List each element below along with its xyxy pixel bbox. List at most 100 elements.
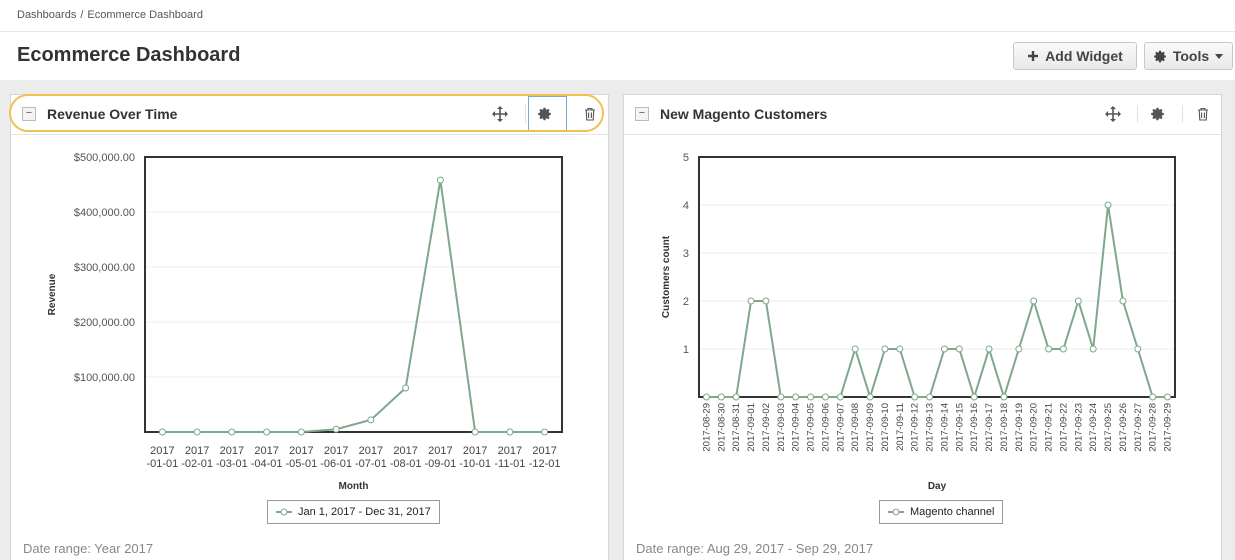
- x-axis-label: Month: [339, 481, 369, 492]
- new-magento-customers-widget: − New Magento Customers 1 2 3 4 5 Customers c…: [623, 94, 1222, 560]
- customers-chart: 1 2 3 4 5 Customers count 2017-08-29 2017-08-30…: [661, 152, 1176, 492]
- data-point: [332, 425, 340, 433]
- plot-frame: [144, 156, 563, 433]
- x-tick-label: 2017-09-09: [865, 403, 876, 452]
- move-icon[interactable]: [1101, 103, 1125, 125]
- data-point: [911, 393, 919, 401]
- data-point: [436, 176, 444, 184]
- data-point: [792, 393, 800, 401]
- widget-header: − New Magento Customers: [624, 95, 1221, 135]
- x-tick-label: 2017-09-22: [1058, 403, 1069, 452]
- data-point: [851, 345, 859, 353]
- x-tick-label: 2017 -11-01: [494, 445, 525, 470]
- x-tick-label: 2017-09-25: [1103, 403, 1114, 452]
- data-point: [1074, 297, 1082, 305]
- data-point: [1059, 345, 1067, 353]
- data-point: [1045, 345, 1053, 353]
- y-tick-label: 2: [683, 296, 689, 308]
- x-tick-label: 2017-09-20: [1029, 403, 1040, 452]
- x-tick-label: 2017 -05-01: [285, 445, 317, 470]
- chart-legend[interactable]: Jan 1, 2017 - Dec 31, 2017: [267, 500, 440, 524]
- tools-dropdown-button[interactable]: Tools: [1144, 42, 1233, 70]
- data-point: [367, 416, 375, 424]
- x-tick-label: 2017-09-05: [806, 403, 817, 452]
- x-tick-label: 2017-09-07: [835, 403, 846, 452]
- collapse-button[interactable]: −: [22, 107, 36, 121]
- breadcrumb-dashboards-link[interactable]: Dashboards: [17, 9, 76, 21]
- x-tick-label: 2017-09-27: [1133, 403, 1144, 452]
- data-point: [1089, 345, 1097, 353]
- x-tick-label: 2017-09-02: [761, 403, 772, 452]
- data-point: [228, 428, 236, 436]
- y-tick-label: $300,000.00: [74, 262, 135, 274]
- breadcrumb: Dashboards / Ecommerce Dashboard: [17, 9, 203, 21]
- trash-icon[interactable]: [1191, 103, 1215, 125]
- data-point: [402, 384, 410, 392]
- x-tick-label: 2017 -06-01: [320, 445, 352, 470]
- data-point: [732, 393, 740, 401]
- data-point: [926, 393, 934, 401]
- revenue-chart: $100,000.00 $200,000.00 $300,000.00 $400,00…: [47, 152, 563, 492]
- date-range-footer: Date range: Aug 29, 2017 - Sep 29, 2017: [636, 541, 874, 556]
- data-point: [866, 393, 874, 401]
- y-tick-label: 1: [683, 344, 689, 356]
- x-tick-label: 2017-09-01: [746, 403, 757, 452]
- data-point: [1119, 297, 1127, 305]
- x-tick-label: 2017-08-31: [731, 403, 742, 452]
- chart-legend[interactable]: Magento channel: [879, 500, 1004, 524]
- data-point: [717, 393, 725, 401]
- data-point: [1104, 201, 1112, 209]
- move-icon[interactable]: [488, 103, 512, 125]
- gear-icon: [1154, 50, 1166, 62]
- add-widget-button[interactable]: Add Widget: [1013, 42, 1137, 70]
- data-point: [762, 297, 770, 305]
- data-point: [1149, 393, 1157, 401]
- breadcrumb-current: Ecommerce Dashboard: [87, 9, 203, 21]
- data-point: [1134, 345, 1142, 353]
- data-point: [1000, 393, 1008, 401]
- y-tick-label: $200,000.00: [74, 317, 135, 329]
- data-point: [471, 428, 479, 436]
- y-tick-label: 5: [683, 152, 689, 164]
- data-point: [955, 345, 963, 353]
- y-tick-label: $400,000.00: [74, 207, 135, 219]
- series-line: [162, 179, 545, 433]
- y-tick-label: $500,000.00: [74, 152, 135, 164]
- data-point: [970, 393, 978, 401]
- x-tick-label: 2017-08-29: [701, 403, 712, 452]
- legend-label: Magento channel: [910, 506, 995, 518]
- x-tick-label: 2017-09-03: [776, 403, 787, 452]
- plot-frame: [698, 156, 1176, 398]
- revenue-over-time-widget: − Revenue Over Time $100,000.00 $200,000.…: [9, 94, 609, 560]
- trash-icon[interactable]: [578, 103, 602, 125]
- x-tick-label: 2017-09-28: [1148, 403, 1159, 452]
- widget-title: New Magento Customers: [660, 106, 828, 122]
- x-tick-label: 2017-09-23: [1073, 403, 1084, 452]
- x-tick-label: 2017-09-15: [954, 403, 965, 452]
- x-tick-label: 2017 -03-01: [216, 445, 248, 470]
- collapse-button[interactable]: −: [635, 107, 649, 121]
- x-tick-label: 2017-09-10: [880, 403, 891, 452]
- y-axis-label: Customers count: [661, 235, 672, 318]
- data-point: [193, 428, 201, 436]
- data-point: [836, 393, 844, 401]
- data-point: [896, 345, 904, 353]
- data-point: [940, 345, 948, 353]
- x-tick-label: 2017-09-21: [1044, 403, 1055, 452]
- x-tick-label: 2017 -04-01: [251, 445, 283, 470]
- data-point: [702, 393, 710, 401]
- data-point: [1030, 297, 1038, 305]
- gear-icon[interactable]: [533, 103, 557, 125]
- data-point: [1015, 345, 1023, 353]
- header-divider: [1137, 105, 1138, 123]
- gear-icon[interactable]: [1146, 103, 1170, 125]
- x-tick-label: 2017-09-19: [1014, 403, 1025, 452]
- data-point: [297, 428, 305, 436]
- top-bar: Dashboards / Ecommerce Dashboard Ecommerce…: [0, 0, 1235, 80]
- data-point: [821, 393, 829, 401]
- data-point: [807, 393, 815, 401]
- x-tick-label: 2017 -08-01: [390, 445, 422, 470]
- y-axis-label: Revenue: [47, 273, 58, 315]
- widget-header: − Revenue Over Time: [9, 94, 608, 135]
- breadcrumb-separator: /: [80, 9, 84, 21]
